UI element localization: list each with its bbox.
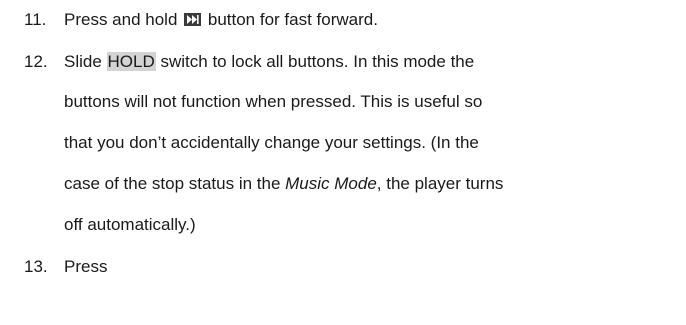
item-line-4: case of the stop status in the Music Mod… xyxy=(64,174,503,194)
hold-switch-label: HOLD xyxy=(106,52,156,71)
item-number: 13. xyxy=(24,257,48,276)
item-line-1: Slide HOLD switch to lock all buttons. I… xyxy=(64,52,474,72)
item-number: 12. xyxy=(24,52,48,71)
line-text: Slide xyxy=(64,52,107,71)
line-text: case of the stop status in the xyxy=(64,174,286,193)
fast-forward-icon xyxy=(184,13,202,26)
item-number: 11. xyxy=(24,10,47,29)
document-page: 11. Press and hold button for fast forwa… xyxy=(0,0,686,325)
music-mode-term: Music Mode xyxy=(285,174,377,193)
item-line-2: buttons will not function when pressed. … xyxy=(64,92,483,111)
item-text: Press and hold button for fast forward. xyxy=(64,10,378,30)
item-text-after-icon: button for fast forward. xyxy=(203,10,378,29)
item-line-3: that you don’t accidentally change your … xyxy=(64,133,479,152)
line-text: , the player turns xyxy=(376,174,504,193)
item-line-5: off automatically.) xyxy=(64,215,196,234)
line-text: switch to lock all buttons. In this mode… xyxy=(155,52,475,71)
item-text-before-icon: Press and hold xyxy=(64,10,183,29)
item-text: Press xyxy=(64,257,108,276)
